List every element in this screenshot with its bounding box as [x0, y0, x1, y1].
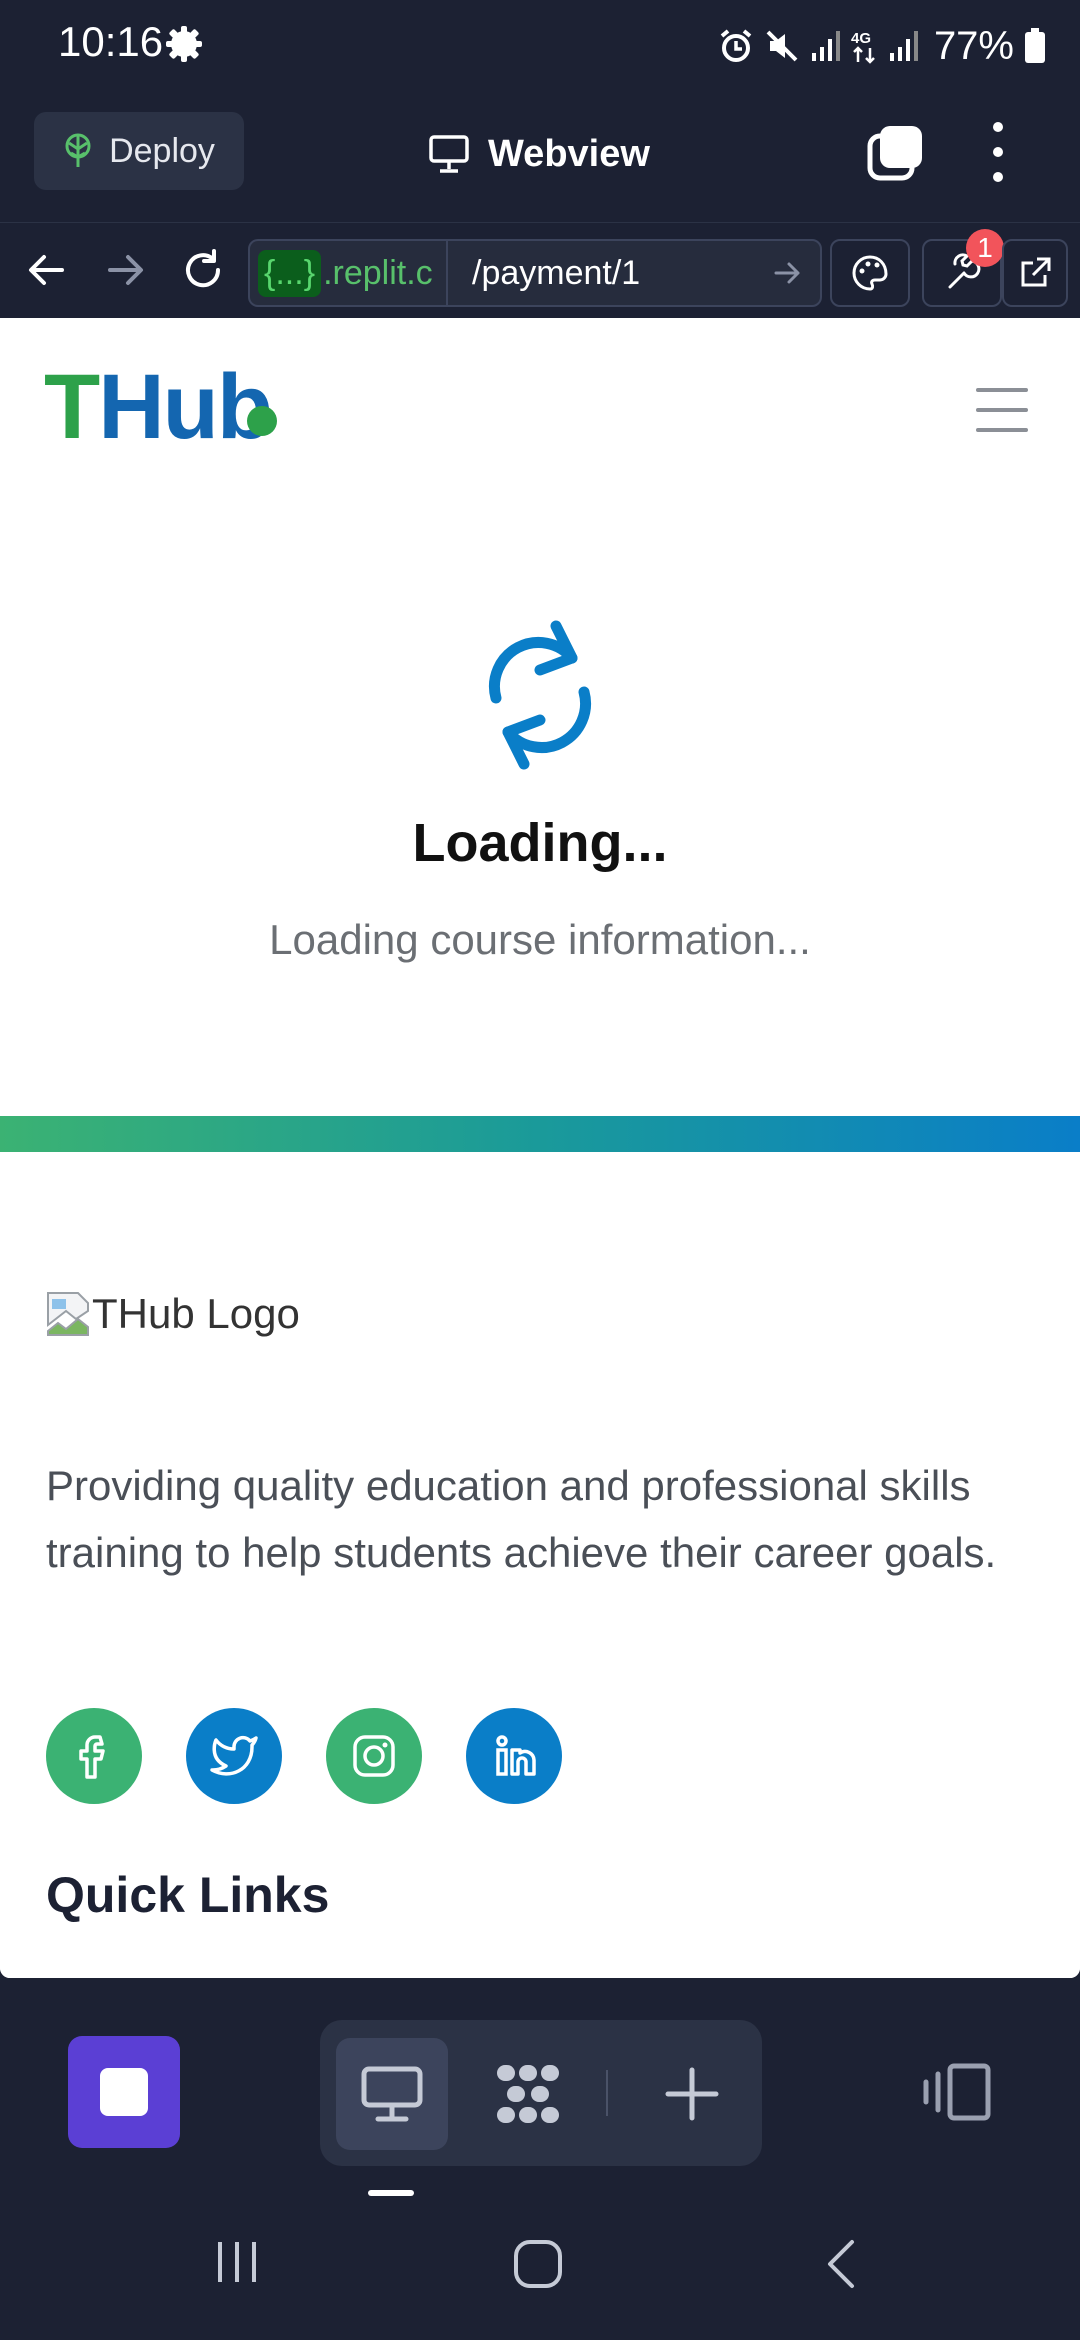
- webview-title-text: Webview: [488, 132, 650, 175]
- broken-image-icon: [47, 1292, 89, 1336]
- logo-letter-t: T: [44, 356, 100, 458]
- monitor-icon: [429, 135, 469, 173]
- mute-icon: [766, 30, 798, 62]
- logo-dot: [246, 406, 277, 436]
- devtools-button[interactable]: 1: [922, 229, 1004, 307]
- plus-icon: [665, 2067, 719, 2121]
- linkedin-icon: [496, 1735, 536, 1776]
- twitter-icon: [210, 1735, 258, 1776]
- back-arrow-icon[interactable]: [22, 245, 72, 295]
- footer-logo-alt: THub Logo: [92, 1290, 300, 1337]
- battery-icon: [1025, 28, 1045, 63]
- replit-toolbar: Deploy Webview: [0, 92, 1080, 222]
- gradient-divider: [0, 1116, 1080, 1152]
- social-links: [46, 1708, 562, 1804]
- deploy-icon: [65, 133, 91, 167]
- forward-arrow-icon[interactable]: [100, 245, 150, 295]
- loading-section: Loading... Loading course information...: [0, 496, 1080, 1118]
- agent-icon: [497, 2065, 559, 2123]
- tool-group: [320, 2020, 762, 2166]
- monitor-icon: [361, 2066, 423, 2122]
- quick-links-heading: Quick Links: [46, 1867, 330, 1923]
- android-nav-bar: [0, 2196, 1080, 2340]
- logo-letter-b: b: [217, 361, 277, 453]
- webview-tab-button[interactable]: [336, 2038, 448, 2150]
- facebook-icon: [79, 1735, 105, 1779]
- status-time: 10:16: [58, 18, 164, 65]
- devices-icon[interactable]: [922, 2062, 992, 2122]
- url-path: /payment/1: [472, 251, 655, 295]
- url-host-tag: {...}: [258, 249, 322, 297]
- tabs-icon[interactable]: [866, 122, 926, 182]
- 4g-icon: 4G: [851, 30, 875, 64]
- signal-icon: [889, 31, 918, 61]
- hamburger-menu-icon[interactable]: [976, 388, 1028, 432]
- loading-title: Loading...: [412, 813, 668, 873]
- go-arrow-icon[interactable]: [772, 257, 804, 289]
- signal-icon: [811, 31, 840, 61]
- thub-logo[interactable]: T Hu b: [44, 356, 277, 458]
- deploy-button[interactable]: Deploy: [34, 112, 244, 190]
- new-tab-button[interactable]: [636, 2038, 748, 2150]
- loading-spinner-icon: [488, 620, 592, 770]
- deploy-label: Deploy: [109, 131, 215, 170]
- twitter-link[interactable]: [186, 1708, 282, 1804]
- site-footer: THub Logo Providing quality education an…: [0, 1152, 1080, 1978]
- replit-bottom-bar: [0, 1978, 1080, 2188]
- webview-title: Webview: [428, 126, 650, 182]
- more-options-icon[interactable]: [970, 122, 1026, 182]
- back-icon[interactable]: [822, 2238, 862, 2290]
- svg-text:4G: 4G: [851, 30, 871, 47]
- instagram-link[interactable]: [326, 1708, 422, 1804]
- home-icon[interactable]: [512, 2238, 564, 2290]
- url-host-suffix: .replit.c: [323, 253, 433, 292]
- footer-description: Providing quality education and professi…: [46, 1462, 997, 1576]
- agent-tab-button[interactable]: [472, 2038, 584, 2150]
- recent-apps-icon[interactable]: [212, 2238, 262, 2286]
- url-field[interactable]: {...} .replit.c /payment/1: [248, 239, 822, 307]
- instagram-icon: [353, 1735, 395, 1777]
- stop-button[interactable]: [68, 2036, 180, 2148]
- open-external-button[interactable]: [1002, 239, 1068, 307]
- url-row: {...} .replit.c /payment/1 1: [0, 222, 1080, 319]
- notification-badge: 1: [966, 229, 1004, 267]
- alarm-icon: [720, 29, 752, 62]
- webview-content: T Hu b Loading... Loading course informa…: [0, 318, 1080, 1978]
- external-link-icon: [1021, 257, 1051, 287]
- palette-icon: [852, 255, 888, 291]
- loading-subtitle: Loading course information...: [269, 916, 811, 963]
- status-bar: 10:16 4G 77%: [0, 0, 1080, 92]
- linkedin-link[interactable]: [466, 1708, 562, 1804]
- facebook-link[interactable]: [46, 1708, 142, 1804]
- palette-button[interactable]: [830, 239, 910, 307]
- footer-logo: THub Logo: [46, 1286, 300, 1342]
- reload-icon[interactable]: [178, 245, 228, 295]
- url-separator: [446, 241, 448, 305]
- site-header: T Hu b: [0, 318, 1080, 496]
- logo-letters-hu: Hu: [98, 356, 219, 458]
- tool-divider: [606, 2070, 608, 2116]
- settings-gear-icon: [166, 26, 202, 62]
- stop-icon: [100, 2068, 148, 2116]
- battery-level: 77%: [933, 23, 1014, 68]
- status-icons: 4G 77%: [718, 18, 1046, 74]
